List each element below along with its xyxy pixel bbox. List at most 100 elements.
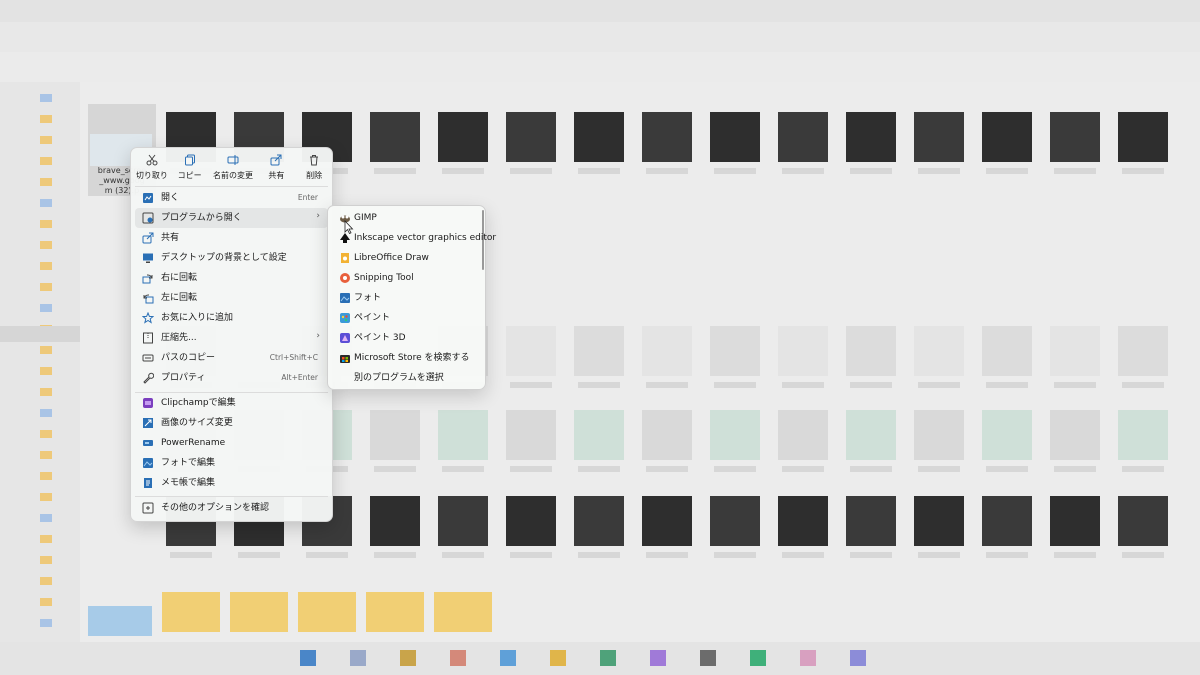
open-with-photos[interactable]: フォト — [332, 288, 481, 308]
blurred-thumbnail-label — [510, 382, 552, 388]
rename-icon — [227, 155, 239, 165]
blurred-thumbnail — [982, 112, 1032, 162]
blurred-thumbnail-label — [578, 168, 620, 174]
open-with-inkscape[interactable]: Inkscape vector graphics editor — [332, 228, 496, 248]
blurred-thumbnail — [642, 496, 692, 546]
blurred-taskbar-icon — [500, 650, 516, 666]
menu-edit-notepad-label: メモ帳で編集 — [161, 478, 216, 488]
blurred-thumbnail-label — [578, 552, 620, 558]
delete-label: 削除 — [306, 171, 323, 180]
menu-edit-notepad[interactable]: メモ帳で編集 — [135, 473, 328, 493]
blurred-address-bar — [0, 22, 1200, 52]
snipping-tool-icon — [340, 273, 350, 283]
blurred-thumbnail — [574, 410, 624, 460]
menu-open-with[interactable]: プログラムから開く › — [135, 208, 328, 228]
blurred-thumbnail — [506, 112, 556, 162]
blurred-thumbnail — [1118, 112, 1168, 162]
blurred-nav-folder — [40, 598, 52, 606]
menu-rotate-left-label: 左に回転 — [161, 293, 198, 303]
blurred-thumbnail-label — [170, 552, 212, 558]
blurred-thumbnail-label — [1122, 466, 1164, 472]
blurred-thumbnail-label — [1122, 552, 1164, 558]
menu-open-shortcut: Enter — [297, 193, 318, 202]
blurred-nav-folder — [40, 577, 52, 585]
open-icon — [143, 193, 153, 203]
blurred-thumbnail — [370, 496, 420, 546]
blurred-thumbnail — [982, 326, 1032, 376]
blurred-thumbnail-label — [578, 466, 620, 472]
blurred-file — [88, 606, 152, 636]
open-with-paint[interactable]: ペイント — [332, 308, 481, 328]
rename-button[interactable]: 名前の変更 — [210, 148, 257, 186]
menu-resize[interactable]: 画像のサイズ変更 — [135, 413, 328, 433]
open-with-gimp[interactable]: GIMP — [332, 208, 481, 228]
blurred-nav-folder — [40, 619, 52, 627]
menu-rotate-right[interactable]: 右に回転 — [135, 268, 328, 288]
rotate-left-icon — [143, 294, 154, 304]
blurred-thumbnail-label — [1122, 168, 1164, 174]
blurred-thumbnail — [1118, 326, 1168, 376]
blurred-thumbnail-label — [238, 552, 280, 558]
blurred-folder — [230, 592, 288, 632]
paint-label: ペイント — [354, 313, 391, 323]
menu-copy-path[interactable]: パスのコピー Ctrl+Shift+C — [135, 348, 328, 368]
paint-3d-icon — [340, 333, 350, 343]
open-with-choose-other[interactable]: 別のプログラムを選択 — [332, 368, 481, 388]
blurred-thumbnail-label — [442, 168, 484, 174]
blurred-taskbar-icon — [300, 650, 316, 666]
blurred-thumbnail-label — [1054, 466, 1096, 472]
menu-share[interactable]: 共有 — [135, 228, 328, 248]
menu-more-options[interactable]: その他のオプションを確認 — [135, 498, 328, 518]
blurred-thumbnail-label — [714, 382, 756, 388]
menu-rotate-left[interactable]: 左に回転 — [135, 288, 328, 308]
menu-set-background[interactable]: デスクトップの背景として設定 — [135, 248, 328, 268]
blurred-nav-folder — [40, 178, 52, 186]
blurred-thumbnail-label — [714, 466, 756, 472]
blurred-thumbnail-label — [986, 552, 1028, 558]
menu-open[interactable]: 開く Enter — [135, 188, 328, 208]
blurred-thumbnail-label — [1054, 382, 1096, 388]
delete-button[interactable]: 削除 — [296, 148, 332, 186]
blurred-thumbnail-label — [850, 168, 892, 174]
menu-add-favorites[interactable]: お気に入りに追加 — [135, 308, 328, 328]
blurred-nav-folder — [40, 409, 52, 417]
open-with-snipping-tool[interactable]: Snipping Tool — [332, 268, 481, 288]
blurred-thumbnail-label — [646, 168, 688, 174]
gimp-label: GIMP — [354, 213, 377, 223]
blurred-thumbnail-label — [374, 466, 416, 472]
blurred-taskbar-icon — [650, 650, 666, 666]
open-with-libreoffice-draw[interactable]: LibreOffice Draw — [332, 248, 481, 268]
blurred-thumbnail — [914, 496, 964, 546]
blurred-thumbnail — [438, 410, 488, 460]
open-with-store-search[interactable]: Microsoft Store を検索する — [332, 348, 481, 368]
blurred-thumbnail — [438, 496, 488, 546]
blurred-folder — [434, 592, 492, 632]
menu-properties[interactable]: プロパティ Alt+Enter — [135, 368, 328, 388]
open-with-paint-3d[interactable]: ペイント 3D — [332, 328, 481, 348]
photos-label: フォト — [354, 293, 382, 303]
blurred-taskbar-icon — [700, 650, 716, 666]
blurred-thumbnail-label — [918, 552, 960, 558]
blurred-thumbnail — [1118, 410, 1168, 460]
menu-power-rename[interactable]: PowerRename — [135, 433, 328, 453]
compress-icon — [143, 332, 153, 344]
blurred-thumbnail-label — [1054, 552, 1096, 558]
clipchamp-icon — [143, 398, 153, 408]
menu-clipchamp[interactable]: Clipchampで編集 — [135, 393, 328, 413]
blurred-thumbnail — [914, 326, 964, 376]
menu-rotate-right-label: 右に回転 — [161, 273, 198, 283]
blurred-thumbnail — [982, 496, 1032, 546]
blurred-thumbnail-label — [510, 466, 552, 472]
blurred-thumbnail — [1050, 326, 1100, 376]
mouse-cursor-icon — [344, 220, 354, 234]
blurred-thumbnail-label — [646, 382, 688, 388]
menu-edit-photos[interactable]: フォトで編集 — [135, 453, 328, 473]
divider — [135, 186, 328, 187]
blurred-thumbnail — [642, 410, 692, 460]
menu-compress[interactable]: 圧縮先... › — [135, 328, 328, 348]
blurred-nav-folder — [40, 388, 52, 396]
blurred-thumbnail-label — [850, 552, 892, 558]
paint-3d-label: ペイント 3D — [354, 333, 406, 343]
blurred-thumbnail-label — [782, 168, 824, 174]
rotate-right-icon — [142, 274, 153, 284]
